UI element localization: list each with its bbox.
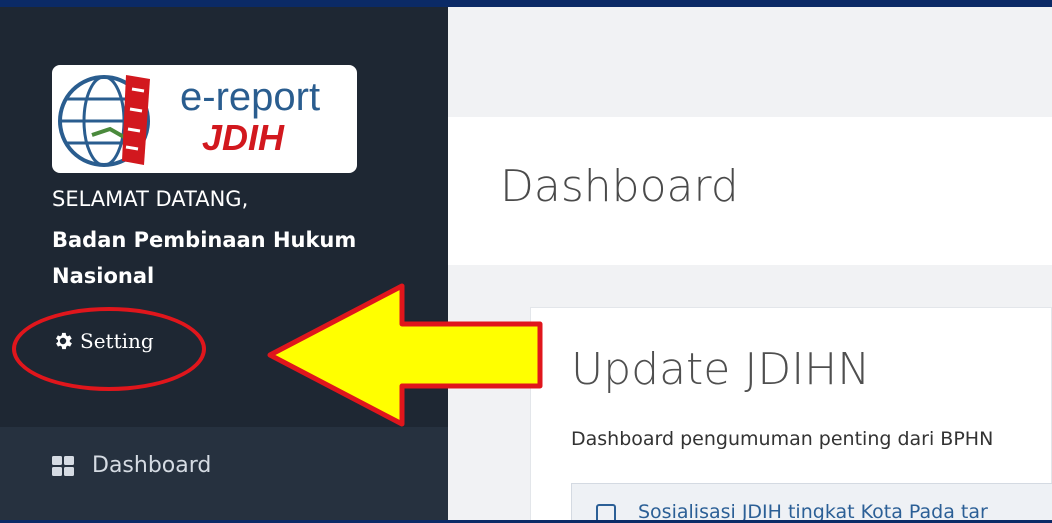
announcement-text: Sosialisasi JDIH tingkat Kota Pada tar <box>638 501 988 520</box>
update-card: Update JDIHN Dashboard pengumuman pentin… <box>530 307 1052 520</box>
logo-text-jdih: JDIH <box>202 117 285 158</box>
app-window: e-report JDIH SELAMAT DATANG, Badan Pemb… <box>0 7 1052 520</box>
logo-text-ereport: e-report <box>180 75 321 119</box>
annotation-ellipse <box>12 307 206 391</box>
announcement-item[interactable]: Sosialisasi JDIH tingkat Kota Pada tar <box>571 483 1052 520</box>
sidebar: e-report JDIH SELAMAT DATANG, Badan Pemb… <box>0 7 448 520</box>
app-logo[interactable]: e-report JDIH <box>52 65 357 173</box>
checkbox-icon[interactable] <box>596 504 616 520</box>
annotation-arrow-icon <box>267 283 543 427</box>
main-content: Dashboard Update JDIHN Dashboard pengumu… <box>448 7 1052 520</box>
card-subtitle: Dashboard pengumuman penting dari BPHN <box>571 428 994 450</box>
welcome-text: SELAMAT DATANG, <box>52 187 249 211</box>
card-title: Update JDIHN <box>571 344 871 395</box>
sidebar-item-label: Dashboard <box>92 453 212 478</box>
page-title: Dashboard <box>500 161 739 212</box>
globe-logo-icon <box>58 75 150 167</box>
grid-icon <box>52 455 74 476</box>
page-header: Dashboard <box>448 117 1052 265</box>
sidebar-item-dashboard[interactable]: Dashboard <box>52 453 211 478</box>
